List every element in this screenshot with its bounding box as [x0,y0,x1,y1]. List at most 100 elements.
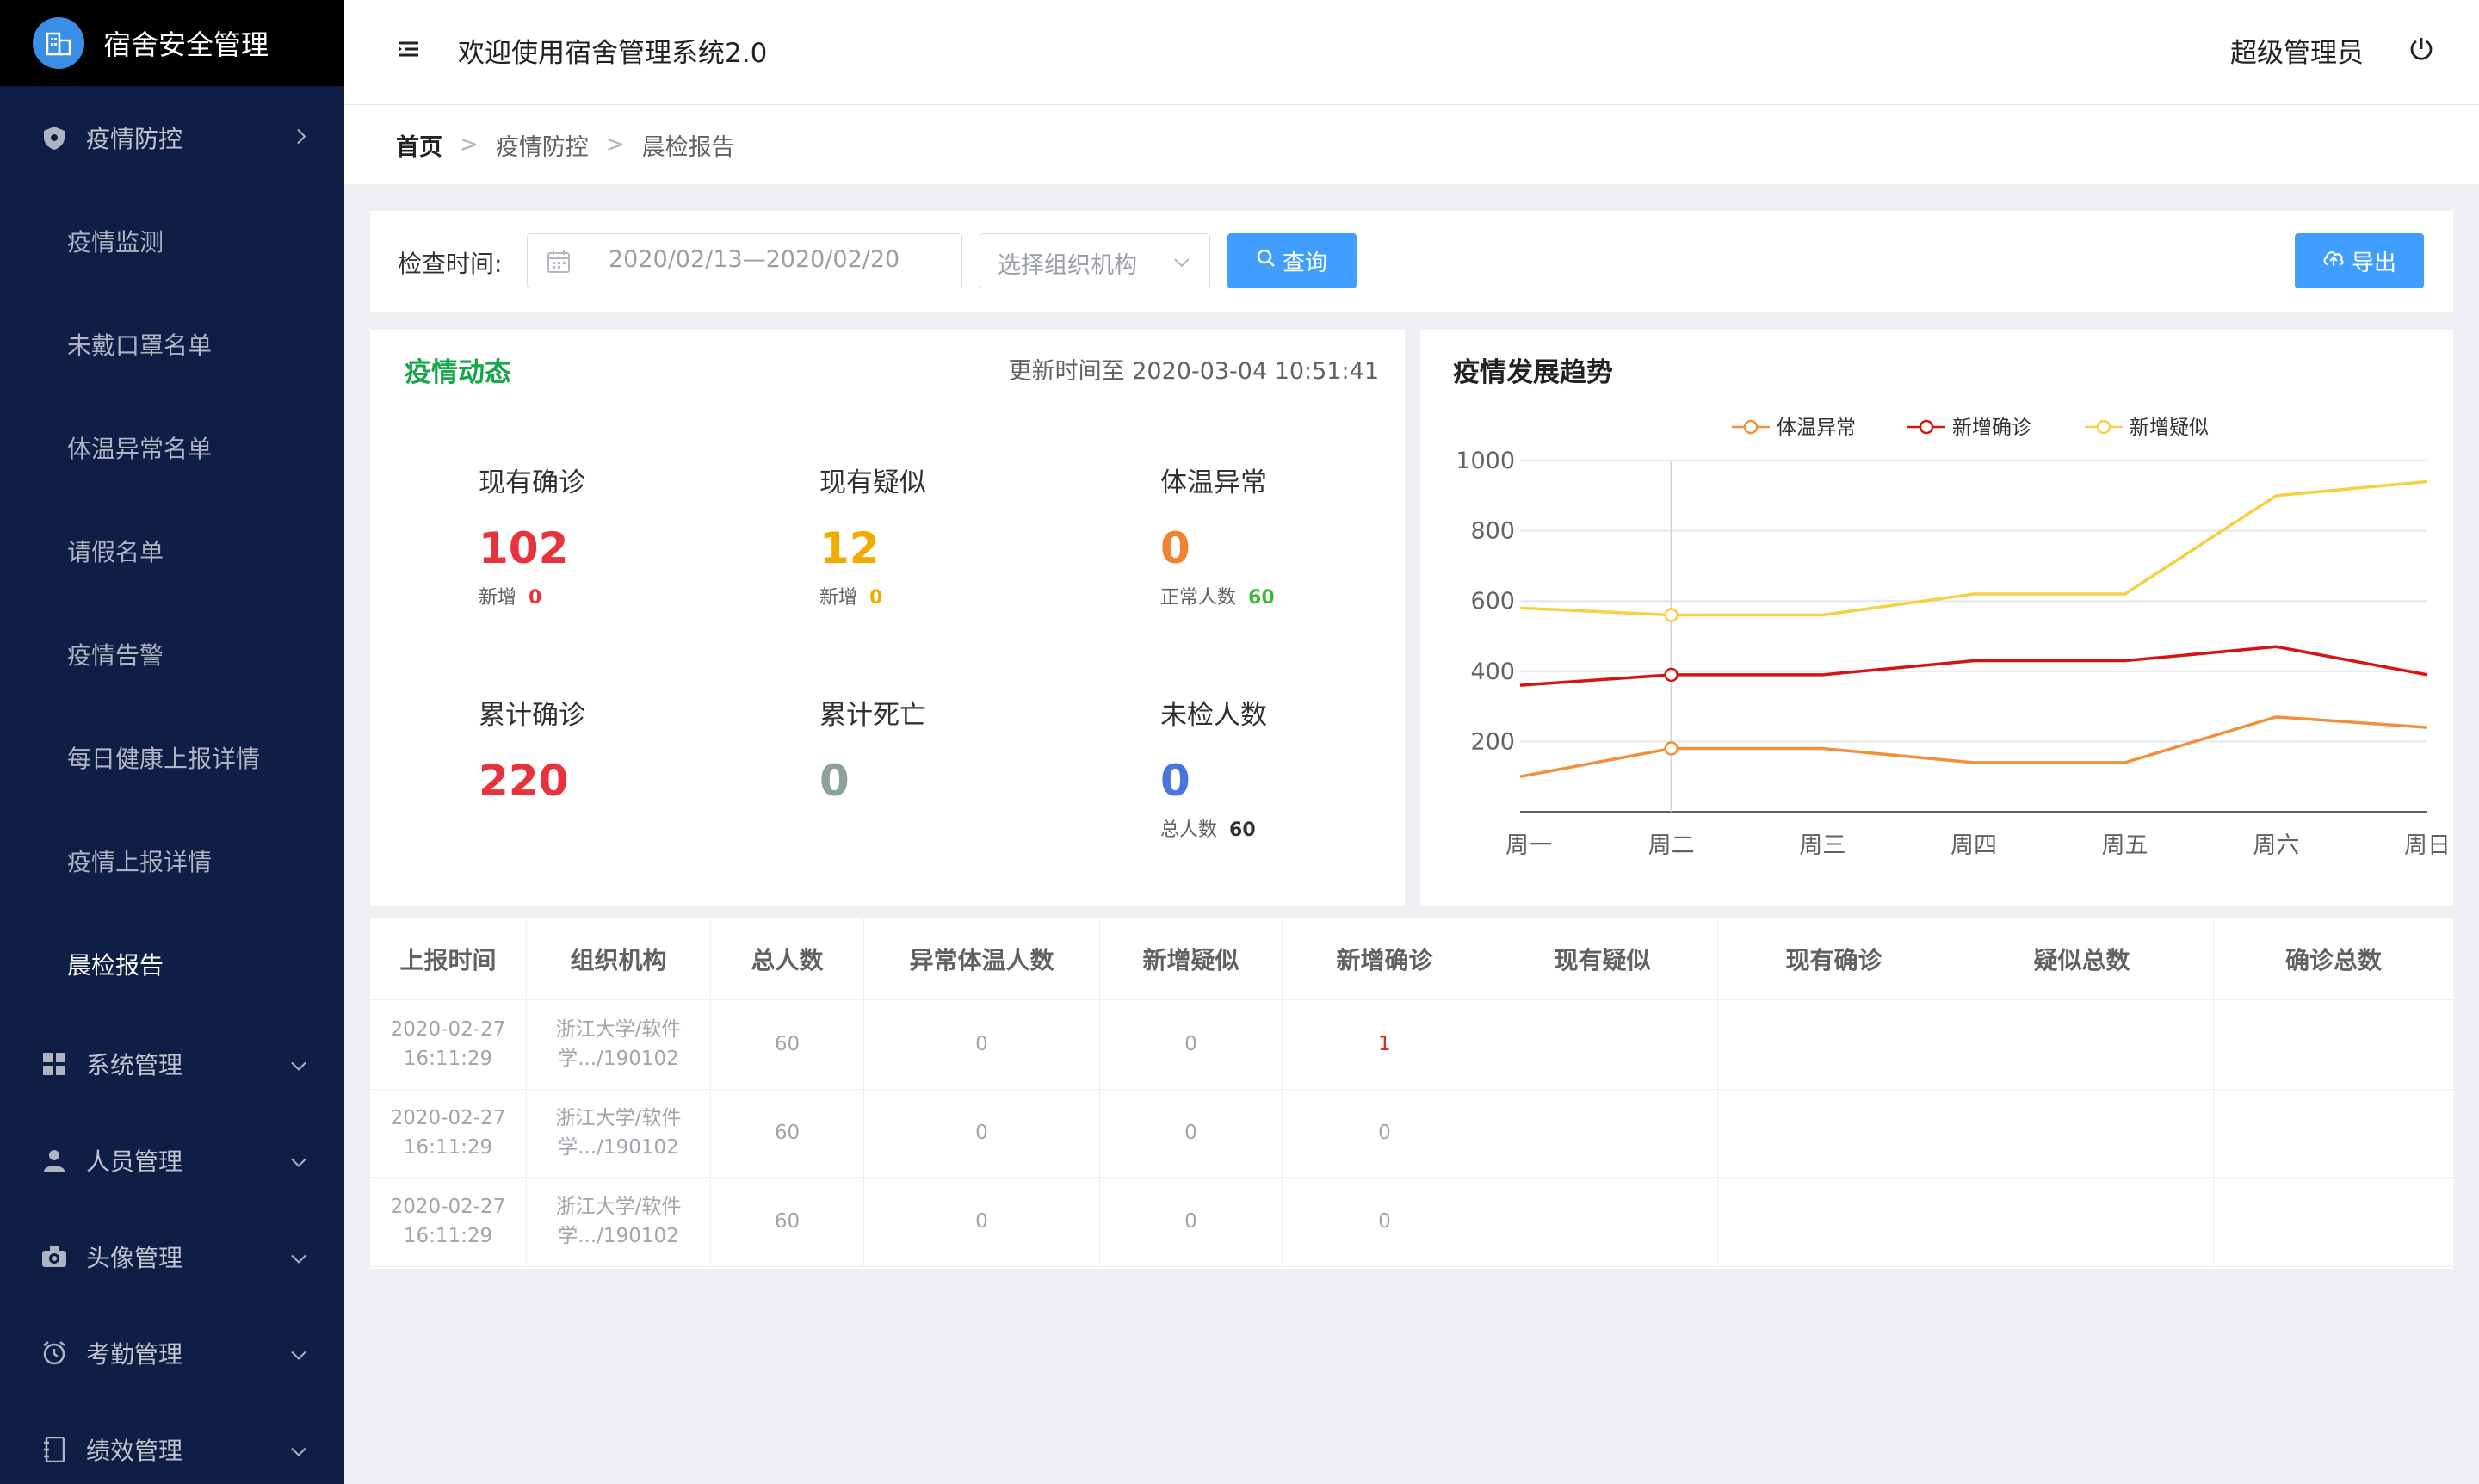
menu-epidemic[interactable]: 疫情防控 [0,86,344,189]
stat-label: 未检人数 [1160,700,1267,731]
breadcrumb-separator: > [460,132,479,158]
menu-system[interactable]: 系统管理 [0,1016,344,1112]
breadcrumb-home[interactable]: 首页 [396,128,442,162]
chevron-down-icon [289,1050,308,1079]
stat-value: 12 [819,523,880,573]
chevron-down-icon [1173,255,1190,271]
cell-cur-confirm [1718,1090,1950,1177]
stat-sub: 新增 0 [479,582,754,609]
menu-avatar[interactable]: 头像管理 [0,1209,344,1305]
cell-suspect-total [1950,1090,2214,1177]
sidebar-item-daily-health[interactable]: 每日健康上报详情 [0,706,344,809]
legend-label: 新增疑似 [2130,417,2209,439]
cell-new-confirm: 0 [1283,1090,1487,1177]
stat-sub-label: 新增 [479,587,517,609]
stat-value: 220 [479,756,569,806]
y-tick-label: 200 [1470,728,1515,755]
date-range-picker[interactable]: 2020/02/13—2020/02/20 [527,233,962,288]
legend-label: 新增确诊 [1952,417,2031,439]
sidebar-item-no-mask[interactable]: 未戴口罩名单 [0,293,344,396]
sidebar: 宿舍安全管理 疫情防控 疫情监测 未戴口罩名单 体温异常名单 请假名单 疫情告警… [0,0,344,1484]
cell-new-suspect: 0 [1100,1178,1283,1266]
user-name[interactable]: 超级管理员 [2230,31,2364,70]
cell-new-suspect: 0 [1100,1000,1283,1089]
sidebar-item-morning-check[interactable]: 晨检报告 [0,912,344,1016]
stat-sub-label: 总人数 [1160,819,1218,841]
stat-value: 0 [819,756,850,806]
sidebar-item-alarm[interactable]: 疫情告警 [0,603,344,706]
table-row[interactable]: 2020-02-27 16:11:29 浙江大学/软件学.../190102 6… [370,1178,2453,1267]
calendar-icon [547,250,571,277]
cell-cur-suspect [1487,1090,1718,1177]
cell-cur-confirm [1718,1178,1950,1266]
stat-label: 现有疑似 [819,467,926,498]
table-row[interactable]: 2020-02-27 16:11:29 浙江大学/软件学.../190102 6… [370,1000,2453,1090]
col-header: 组织机构 [527,918,711,999]
stats-title: 疫情动态 [405,357,511,388]
menu-toggle-icon[interactable] [396,36,422,65]
col-header: 现有确诊 [1718,918,1950,999]
col-header: 现有疑似 [1487,918,1718,999]
x-tick-label: 周五 [2102,832,2148,859]
stat-sub-label: 新增 [819,587,858,609]
y-tick-label: 600 [1470,588,1515,615]
cell-new-confirm: 0 [1283,1178,1487,1266]
cell-confirm-total [2214,1090,2453,1177]
x-tick-label: 周一 [1505,832,1552,859]
cell-confirm-total [2214,1000,2453,1089]
notebook-icon [40,1435,69,1464]
cell-abnormal: 0 [864,1000,1100,1089]
y-tick-label: 800 [1470,518,1515,545]
cell-total: 60 [711,1000,864,1089]
menu-performance[interactable]: 绩效管理 [0,1401,344,1484]
stat-label: 体温异常 [1160,467,1267,498]
sidebar-item-epidemic-report[interactable]: 疫情上报详情 [0,809,344,912]
menu-people[interactable]: 人员管理 [0,1112,344,1209]
org-select[interactable]: 选择组织机构 [980,233,1210,288]
data-point [1664,667,1678,683]
series-line [1519,645,2428,687]
menu-label: 绩效管理 [86,1437,183,1465]
cell-new-suspect: 0 [1100,1090,1283,1177]
cell-org: 浙江大学/软件学.../190102 [527,1090,711,1177]
export-button[interactable]: 导出 [2295,233,2424,288]
menu-attendance[interactable]: 考勤管理 [0,1305,344,1401]
chevron-right-icon [294,124,308,152]
legend-marker [2096,419,2111,435]
cell-time: 2020-02-27 16:11:29 [370,1178,527,1266]
query-button[interactable]: 查询 [1227,233,1357,288]
cell-confirm-total [2214,1178,2453,1266]
epidemic-stats-card: 疫情动态 更新时间至 2020-03-04 10:51:41 现有确诊 102 … [370,330,1405,906]
cell-cur-suspect [1487,1000,1718,1089]
data-point [1664,608,1678,622]
col-header: 上报时间 [370,918,527,999]
col-header: 确诊总数 [2284,945,2382,974]
search-icon [1257,248,1276,274]
stat-sub: 正常人数 60 [1160,582,1436,609]
breadcrumb: 首页 > 疫情防控 > 晨检报告 [344,105,2479,184]
cell-time: 2020-02-27 16:11:29 [370,1090,527,1177]
sidebar-item-temp-abnormal[interactable]: 体温异常名单 [0,396,344,499]
export-label: 导出 [2351,250,2396,276]
cell-suspect-total [1950,1178,2214,1266]
cell-cur-suspect [1487,1178,1718,1266]
col-header: 异常体温人数 [864,918,1100,999]
sidebar-item-leave[interactable]: 请假名单 [0,499,344,603]
cell-abnormal: 0 [864,1090,1100,1177]
cell-cur-confirm [1718,1000,1950,1089]
chevron-down-icon [289,1436,308,1464]
sidebar-item-monitor[interactable]: 疫情监测 [0,189,344,293]
cell-abnormal: 0 [864,1178,1100,1266]
x-tick-label: 周二 [1648,832,1695,859]
stat-sub-label: 正常人数 [1160,587,1237,609]
data-point [1664,741,1678,756]
power-icon[interactable] [2407,34,2436,67]
cell-org: 浙江大学/软件学.../190102 [527,1178,711,1266]
breadcrumb-current: 晨检报告 [641,133,735,161]
x-tick-label: 周日 [2404,832,2451,859]
logo-bar: 宿舍安全管理 [0,0,344,86]
breadcrumb-epidemic[interactable]: 疫情防控 [496,128,589,162]
legend-marker [1919,419,1934,435]
trend-chart-card: 疫情发展趋势 200 400 600 800 1000 周一 周二 周三 周四 周五 周六 周日 体温异… [1420,330,2453,906]
table-row[interactable]: 2020-02-27 16:11:29 浙江大学/软件学.../190102 6… [370,1090,2453,1178]
